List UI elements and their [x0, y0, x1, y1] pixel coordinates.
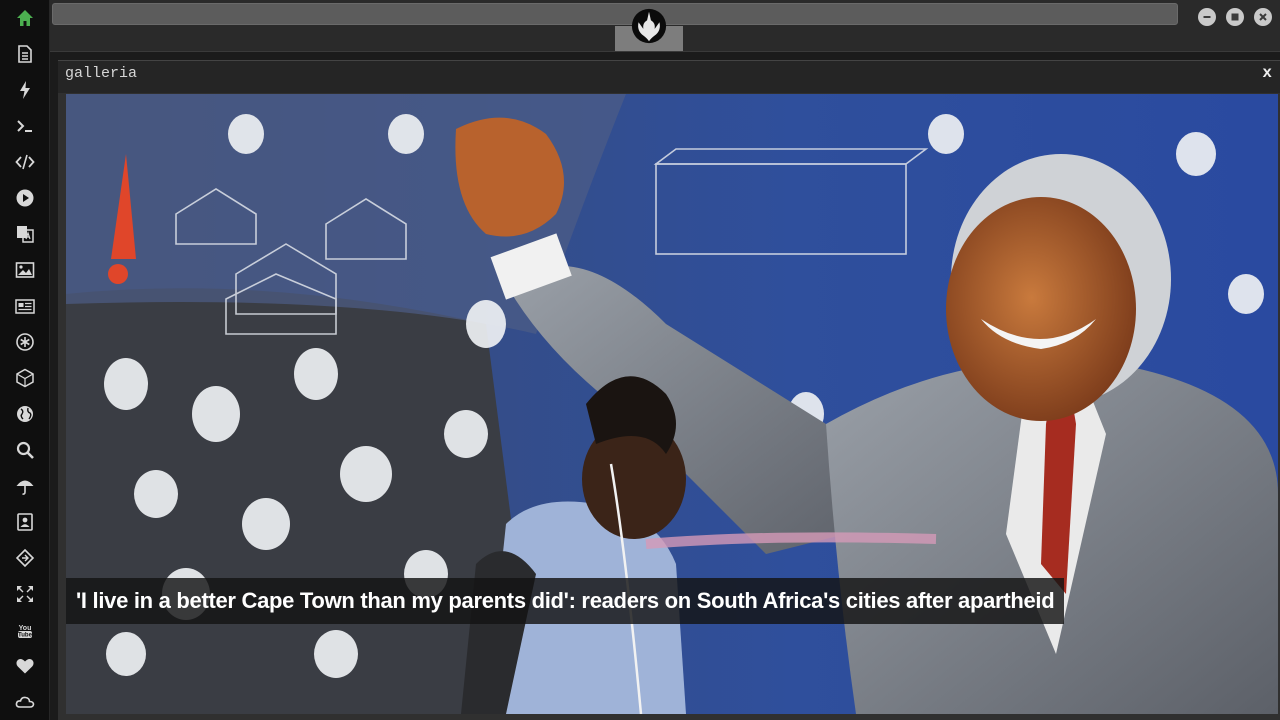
umbrella-icon — [16, 480, 34, 495]
contact-icon — [17, 513, 33, 531]
sidebar-item-search[interactable] — [0, 432, 50, 468]
gallery-panel: galleria x 'I live in a better Cape Town… — [58, 60, 1280, 720]
close-icon — [1259, 13, 1267, 21]
panel-header: galleria x — [58, 61, 1280, 93]
svg-text:You: You — [19, 625, 32, 632]
sidebar-item-umbrella[interactable] — [0, 468, 50, 504]
panel-close-button[interactable]: x — [1262, 64, 1272, 82]
terminal-icon — [17, 120, 32, 132]
sidebar-item-youtube[interactable]: You Tube — [0, 612, 50, 648]
address-bar[interactable] — [52, 3, 1178, 25]
sidebar-item-lightning[interactable] — [0, 72, 50, 108]
image-icon — [15, 262, 35, 278]
minimize-button[interactable] — [1198, 8, 1216, 26]
sidebar-item-plugin[interactable] — [0, 540, 50, 576]
cube-icon — [16, 368, 34, 388]
maximize-icon — [1231, 13, 1239, 21]
sidebar-item-home[interactable] — [0, 0, 50, 36]
asterisk-icon — [16, 333, 34, 351]
panel-title: galleria — [65, 65, 138, 82]
sidebar-item-contact[interactable] — [0, 504, 50, 540]
rebel-alliance-icon — [631, 8, 667, 44]
heart-icon — [16, 659, 34, 674]
search-icon — [16, 441, 34, 459]
sidebar-item-play[interactable] — [0, 180, 50, 216]
sidebar: You Tube — [0, 0, 50, 720]
image-caption: 'I live in a better Cape Town than my pa… — [66, 578, 1065, 624]
newspaper-icon — [15, 299, 35, 314]
globe-icon — [17, 406, 33, 422]
cloud-icon — [15, 696, 35, 708]
sidebar-item-expand[interactable] — [0, 576, 50, 612]
svg-text:Tube: Tube — [18, 633, 33, 639]
sidebar-item-terminal[interactable] — [0, 108, 50, 144]
sidebar-item-image[interactable] — [0, 252, 50, 288]
sidebar-item-heart[interactable] — [0, 648, 50, 684]
maximize-button[interactable] — [1226, 8, 1244, 26]
youtube-icon: YouTube — [18, 625, 33, 639]
close-window-button[interactable] — [1254, 8, 1272, 26]
expand-icon — [17, 586, 33, 602]
sidebar-item-cube[interactable] — [0, 360, 50, 396]
lightning-icon — [20, 81, 30, 99]
minimize-icon — [1203, 16, 1211, 18]
sidebar-item-cloud[interactable] — [0, 684, 50, 720]
code-icon — [15, 154, 35, 170]
sidebar-item-news[interactable] — [0, 288, 50, 324]
top-bar — [50, 0, 1280, 52]
home-icon — [17, 10, 33, 26]
play-icon — [16, 189, 34, 207]
document-icon — [18, 45, 32, 63]
translate-icon — [17, 226, 34, 243]
sidebar-item-translate[interactable] — [0, 216, 50, 252]
sidebar-item-code[interactable] — [0, 144, 50, 180]
sidebar-item-document[interactable] — [0, 36, 50, 72]
sidebar-item-globe[interactable] — [0, 396, 50, 432]
plugin-icon — [15, 548, 35, 568]
sidebar-item-asterisk[interactable] — [0, 324, 50, 360]
